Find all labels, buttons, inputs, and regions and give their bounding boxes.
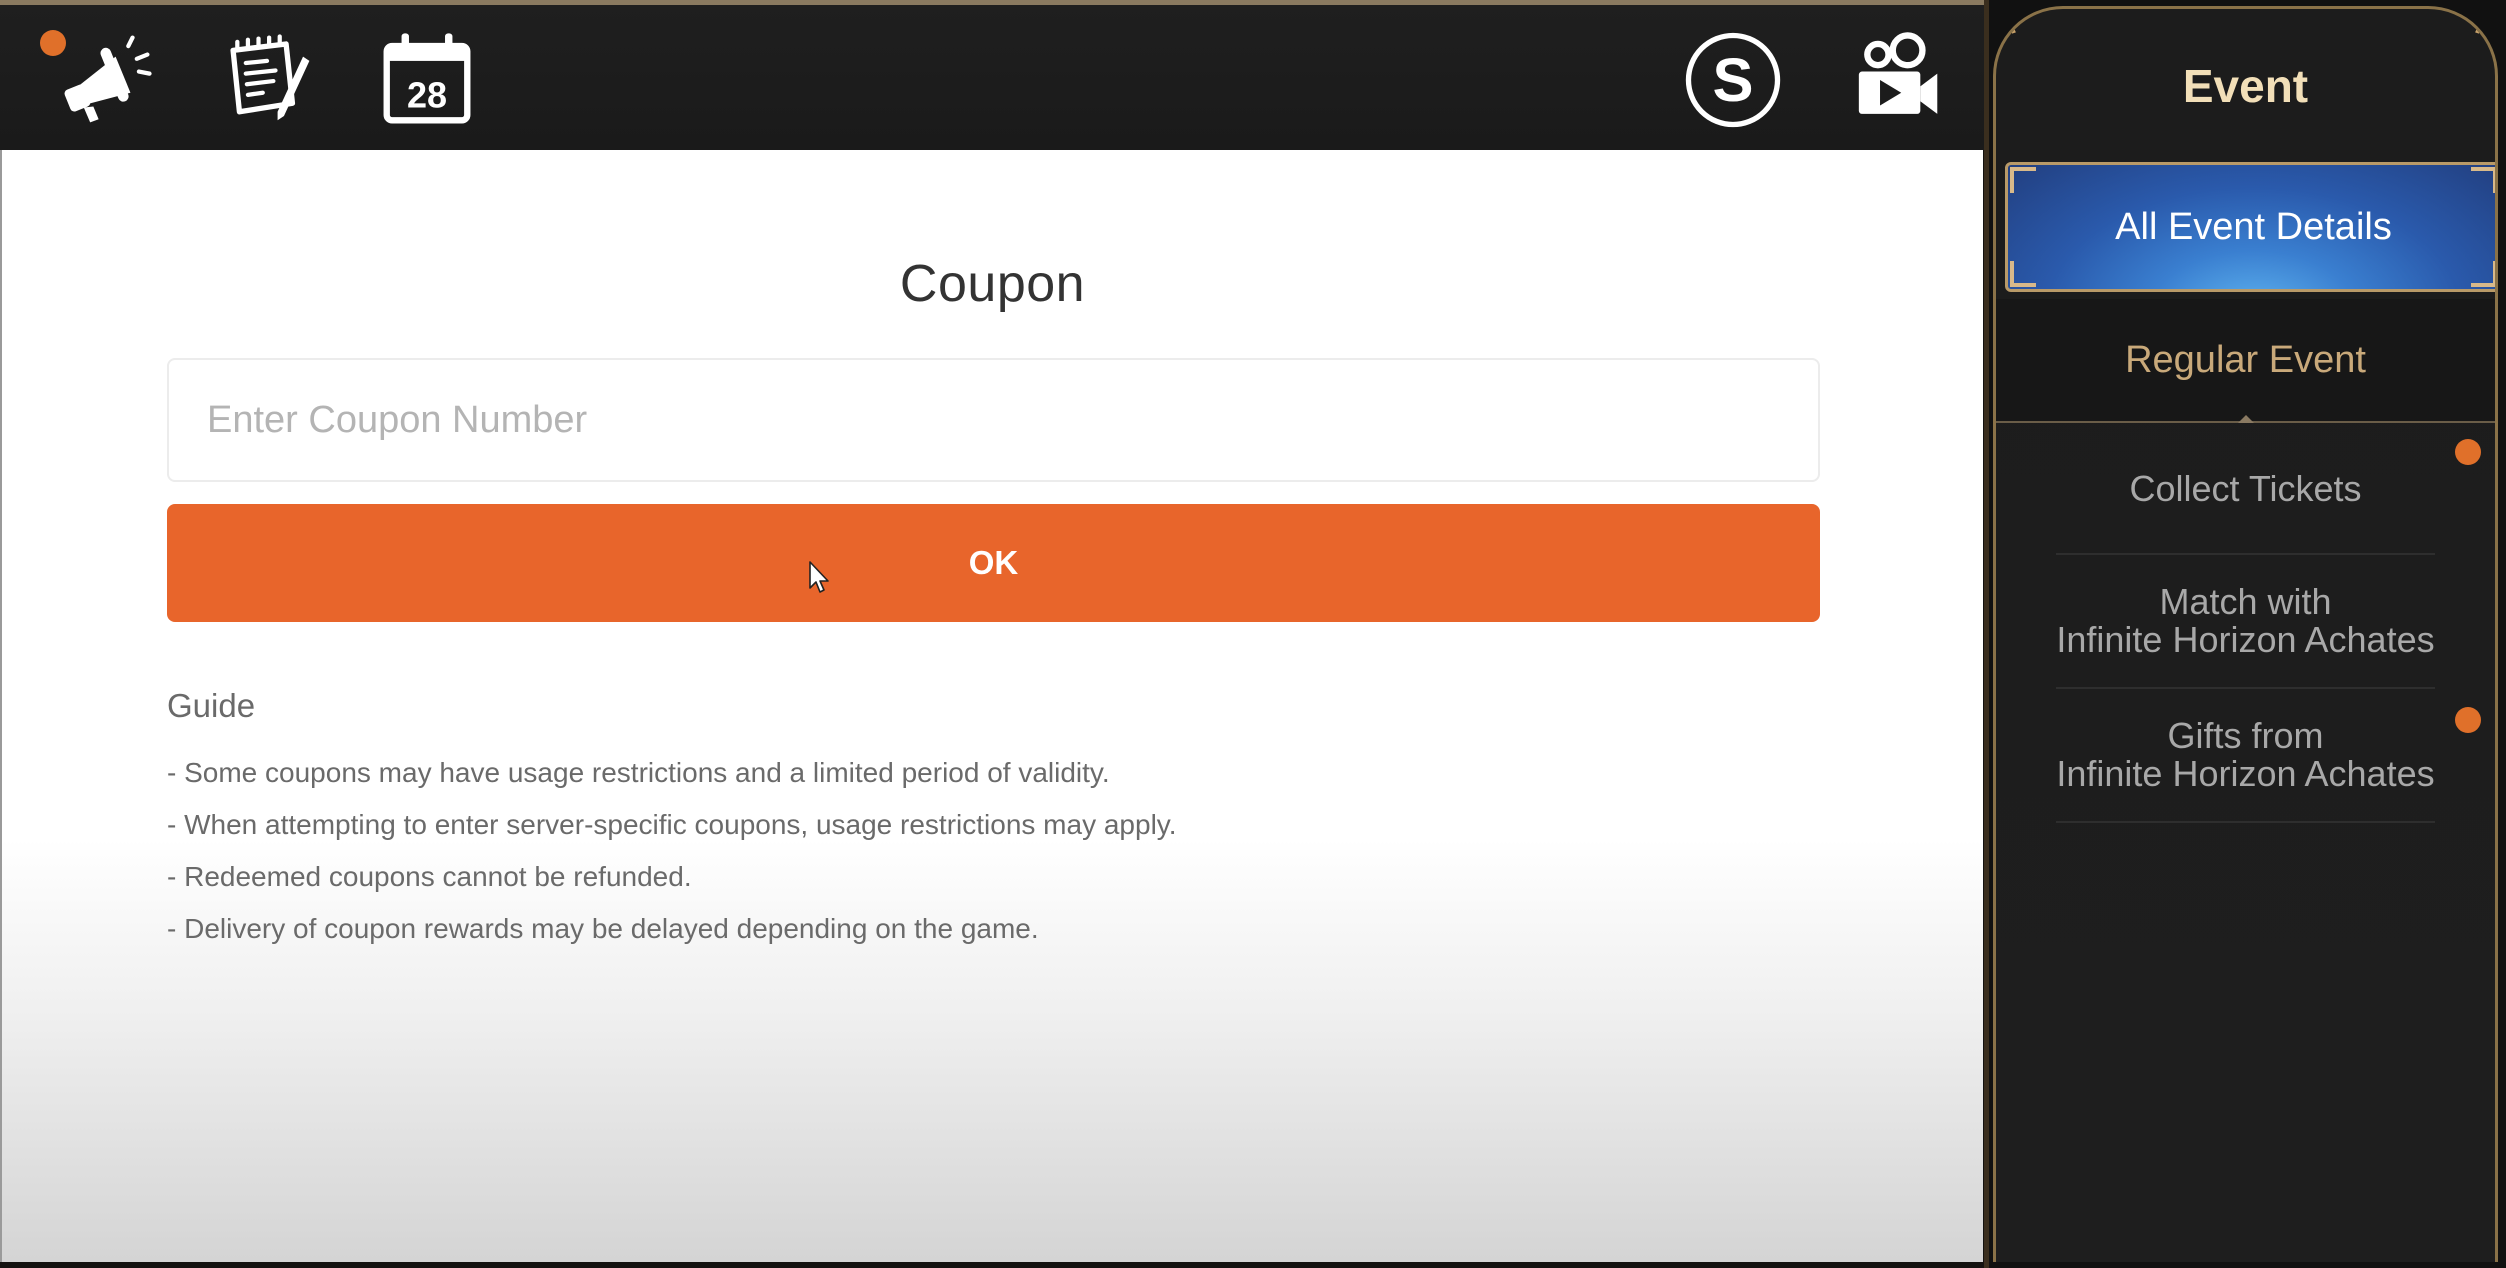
guide-list: Some coupons may have usage restrictions… [167,747,1767,955]
notes-button[interactable] [212,27,322,133]
event-item-line2: Infinite Horizon Achates [2056,753,2435,794]
corner-ornament [2471,167,2495,193]
guide-item: Delivery of coupon rewards may be delaye… [167,903,1767,955]
coupon-number-input[interactable] [167,358,1820,482]
event-item-gifts-from-achates[interactable]: Gifts from Infinite Horizon Achates [1996,689,2495,821]
event-item-label: Match with Infinite Horizon Achates [2056,583,2434,659]
all-event-details-button[interactable]: All Event Details [2005,162,2495,292]
coupon-title: Coupon [899,255,1086,313]
event-item-line2: Infinite Horizon Achates [2056,619,2435,660]
list-divider [2056,821,2435,823]
event-panel-title: Event [2182,60,2309,112]
guide-item: Some coupons may have usage restrictions… [167,747,1767,799]
mouse-cursor-icon [809,561,829,593]
event-item-line1: Collect Tickets [2129,468,2362,509]
corner-ornament [2010,167,2036,193]
event-notification-dot [2455,439,2481,465]
event-item-line1: Match with [2159,581,2332,622]
tab-regular-event[interactable]: Regular Event [1996,299,2495,423]
calendar-icon: 28 [383,33,471,124]
all-event-details-label: All Event Details [2115,205,2392,248]
video-camera-icon [1858,32,1938,114]
announcement-button[interactable] [50,27,160,133]
event-item-label: Collect Tickets [2129,470,2361,508]
corner-ornament [2010,261,2036,287]
coin-glyph: S [1713,46,1754,115]
frame-ornament-icon [1996,9,2035,48]
event-sidebar: Event All Event Details Regular Event Co… [1984,0,2506,1268]
event-item-line1: Gifts from [2167,715,2324,756]
event-item-label: Gifts from Infinite Horizon Achates [2056,717,2434,793]
event-notification-dot [2455,707,2481,733]
ok-button[interactable]: OK [167,504,1820,622]
announcement-notification-dot [40,30,66,56]
guide-title: Guide [167,687,256,724]
regular-event-label: Regular Event [2125,338,2366,381]
guide-item: Redeemed coupons cannot be refunded. [167,851,1767,903]
megaphone-icon [64,35,152,123]
event-item-match-with-achates[interactable]: Match with Infinite Horizon Achates [1996,555,2495,687]
tab-caret-icon [2237,415,2254,423]
guide-section: Guide Some coupons may have usage restri… [167,687,1767,955]
event-sidebar-frame: Event All Event Details Regular Event Co… [1993,6,2498,1262]
top-toolbar: 28 S [0,0,1988,150]
frame-ornament-icon [2456,9,2495,48]
corner-ornament [2471,261,2495,287]
calendar-date: 28 [407,75,447,116]
calendar-button[interactable]: 28 [372,27,482,133]
currency-button[interactable]: S [1678,27,1788,133]
s-coin-icon: S [1685,32,1781,128]
video-button[interactable] [1842,27,1952,133]
event-item-collect-tickets[interactable]: Collect Tickets [1996,425,2495,553]
guide-item: When attempting to enter server-specific… [167,799,1767,851]
event-list: Collect Tickets Match with Infinite Hori… [1996,425,2495,823]
coupon-panel: Coupon OK Guide Some coupons may have us… [0,150,1983,1262]
notepad-pencil-icon [230,34,310,121]
